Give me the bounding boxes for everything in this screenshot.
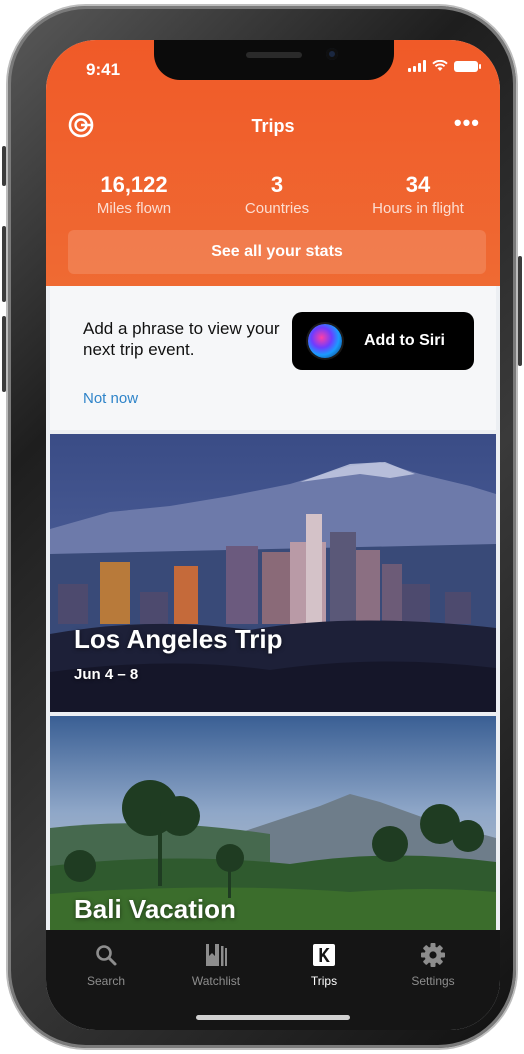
status-icons (408, 60, 481, 72)
tab-search[interactable]: Search (56, 940, 156, 988)
trip-card-bali[interactable]: Bali Vacation (50, 716, 496, 930)
not-now-link[interactable]: Not now (83, 390, 138, 407)
tab-bar: Search Watchlist Trips Settings (46, 930, 500, 1030)
see-all-stats-button[interactable]: See all your stats (68, 230, 486, 274)
stat-label: Countries (244, 200, 310, 217)
trip-title: Bali Vacation (74, 894, 236, 924)
gear-icon (421, 943, 445, 967)
stat-miles: 16,122 Miles flown (64, 172, 204, 217)
tab-trips[interactable]: Trips (274, 940, 374, 988)
page-title: Trips (251, 116, 295, 136)
tab-label: Settings (411, 974, 455, 988)
stat-value: 3 (270, 172, 284, 197)
home-indicator[interactable] (196, 1015, 350, 1020)
status-time: 9:41 (86, 60, 121, 79)
volume-up-button (2, 226, 6, 302)
front-camera (326, 48, 338, 60)
cellular-signal-icon (408, 60, 426, 72)
tab-label: Watchlist (191, 974, 241, 988)
volume-down-button (2, 316, 6, 392)
tab-watchlist[interactable]: Watchlist (166, 940, 266, 988)
tab-settings[interactable]: Settings (383, 940, 483, 988)
screen: 9:41 Trips ••• 16,122 Miles flown 3 Coun… (46, 40, 500, 1030)
trip-card-los-angeles[interactable]: Los Angeles Trip Jun 4 – 8 (50, 434, 496, 712)
trips-header: 9:41 Trips ••• 16,122 Miles flown 3 Coun… (46, 40, 500, 286)
add-to-siri-button[interactable]: Add to Siri (292, 312, 474, 370)
side-button (518, 256, 522, 366)
stat-label: Hours in flight (372, 200, 464, 217)
speaker (246, 52, 302, 58)
phone-frame: 9:41 Trips ••• 16,122 Miles flown 3 Coun… (2, 6, 522, 1048)
search-icon (96, 945, 117, 966)
more-icon[interactable]: ••• (454, 110, 480, 136)
siri-message: Add a phrase to view your next trip even… (83, 319, 280, 359)
bookmark-icon (206, 944, 227, 966)
mute-switch (2, 146, 6, 186)
siri-icon (308, 324, 342, 358)
trip-title: Los Angeles Trip (74, 624, 283, 654)
trip-dates: Jun 4 – 8 (74, 666, 139, 683)
tab-label: Search (86, 974, 126, 988)
trips-k-icon (313, 944, 335, 966)
tab-label: Trips (310, 974, 338, 988)
stat-label: Miles flown (96, 200, 172, 217)
stat-value: 16,122 (100, 172, 168, 197)
stat-hours: 34 Hours in flight (348, 172, 488, 217)
stat-countries: 3 Countries (207, 172, 347, 217)
siri-suggestion-card: Add a phrase to view your next trip even… (50, 286, 496, 430)
wifi-icon (432, 60, 448, 71)
stat-value: 34 (405, 172, 431, 197)
battery-icon (454, 60, 481, 72)
notch (154, 40, 394, 80)
add-to-siri-label: Add to Siri (364, 332, 445, 349)
